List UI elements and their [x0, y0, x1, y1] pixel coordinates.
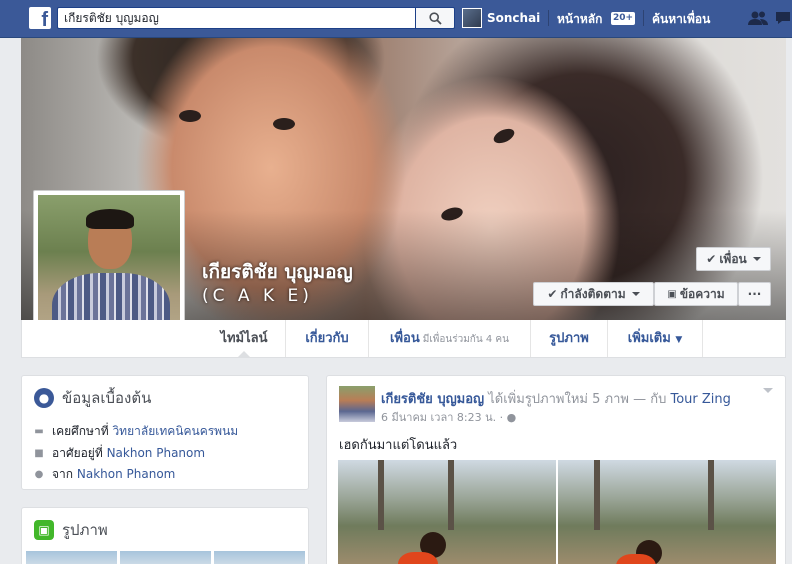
nav-user-name: Sonchai	[487, 11, 541, 25]
photo-thumbnail[interactable]	[26, 551, 117, 564]
privacy-icon[interactable]: ●	[507, 411, 517, 424]
current-city-prefix: อาศัยอยู่ที่	[52, 446, 103, 460]
following-button-label: กำลังติดตาม	[560, 286, 626, 301]
globe-icon: ●	[34, 388, 54, 408]
post-photo[interactable]	[558, 460, 776, 564]
photos-card: ▣ รูปภาพ	[21, 507, 309, 564]
cover-detail	[179, 110, 201, 122]
facebook-logo-icon[interactable]: f	[29, 7, 51, 29]
chevron-down-icon: ▼	[675, 335, 683, 345]
post-photo[interactable]	[338, 460, 556, 564]
hometown-row: ● จาก Nakhon Phanom	[34, 465, 176, 484]
education-row: ▬ เคยศึกษาที่ วิทยาลัยเทคนิคนครพนม	[34, 422, 238, 441]
intro-card: ● ข้อมูลเบื้องต้น ▬ เคยศึกษาที่ วิทยาลัย…	[21, 375, 309, 490]
post-author-link[interactable]: เกียรติชัย บุญมอญ	[381, 392, 484, 407]
avatar[interactable]	[339, 386, 375, 422]
education-icon: ▬	[34, 426, 44, 437]
intro-title: ● ข้อมูลเบื้องต้น	[34, 386, 151, 410]
profile-picture-detail	[86, 209, 134, 229]
check-icon: ✔	[706, 252, 717, 266]
hometown-link[interactable]: Nakhon Phanom	[77, 467, 175, 481]
education-link[interactable]: วิทยาลัยเทคนิคนครพนม	[112, 424, 238, 438]
tab-photos[interactable]: รูปภาพ	[531, 320, 608, 357]
tab-label: เกี่ยวกับ	[305, 331, 349, 346]
check-icon: ✔	[547, 287, 558, 301]
timeline-post: เกียรติชัย บุญมอญ ได้เพิ่มรูปภาพใหม่ 5 ภ…	[326, 375, 786, 564]
tab-more[interactable]: เพิ่มเติม ▼	[608, 320, 703, 357]
message-button[interactable]: ▣ ข้อความ	[654, 282, 738, 306]
post-text: เฮดกันมาแต่โดนแล้ว	[339, 438, 458, 453]
education-prefix: เคยศึกษาที่	[52, 424, 109, 438]
friend-status-button[interactable]: ✔ เพื่อน	[696, 247, 771, 271]
nav-divider	[548, 10, 549, 26]
nav-profile-link[interactable]: Sonchai	[462, 8, 540, 28]
profile-tabs: ไทม์ไลน์ เกี่ยวกับ เพื่อน มีเพื่อนร่วมกัน…	[21, 320, 786, 358]
post-meta: 6 มีนาคม เวลา 8:23 น. · ●	[381, 408, 516, 426]
top-bar: f เกียรติชัย บุญมอญ Sonchai หน้าหลัก 20+…	[0, 0, 792, 38]
chevron-down-icon	[752, 257, 761, 261]
location-pin-icon: ●	[34, 469, 44, 480]
search-button[interactable]	[415, 7, 455, 29]
nav-find-friends-link[interactable]: ค้นหาเพื่อน	[652, 10, 710, 29]
tab-label: เพื่อน	[390, 331, 420, 346]
current-city-row: ■ อาศัยอยู่ที่ Nakhon Phanom	[34, 444, 205, 463]
tab-about[interactable]: เกี่ยวกับ	[286, 320, 369, 357]
intro-title-text: ข้อมูลเบื้องต้น	[62, 389, 152, 407]
nav-divider	[643, 10, 644, 26]
home-count-badge: 20+	[611, 12, 636, 25]
profile-name[interactable]: เกียรติชัย บุญมอญ	[202, 257, 353, 287]
photo-detail	[448, 460, 454, 530]
messages-icon[interactable]	[774, 10, 792, 26]
tagged-friend-link[interactable]: Tour Zing	[670, 392, 730, 407]
photos-title-text: รูปภาพ	[62, 521, 108, 539]
search-icon	[429, 12, 442, 25]
following-button[interactable]: ✔ กำลังติดตาม	[533, 282, 654, 306]
search-input[interactable]: เกียรติชัย บุญมอญ	[57, 7, 415, 29]
photo-thumbnail[interactable]	[120, 551, 211, 564]
photo-icon: ▣	[34, 520, 54, 540]
friend-button-label: เพื่อน	[719, 251, 747, 266]
message-button-label: ข้อความ	[679, 286, 725, 301]
more-options-button[interactable]: ···	[738, 282, 771, 306]
post-header: เกียรติชัย บุญมอญ ได้เพิ่มรูปภาพใหม่ 5 ภ…	[381, 388, 731, 409]
post-action-text: ได้เพิ่มรูปภาพใหม่ 5 ภาพ — กับ	[488, 392, 667, 407]
friend-requests-icon[interactable]	[748, 10, 768, 26]
cover-detail	[273, 118, 295, 130]
tab-label: เพิ่มเติม	[627, 331, 671, 346]
chevron-down-icon	[631, 292, 640, 296]
photos-title: ▣ รูปภาพ	[34, 518, 108, 542]
photo-detail	[398, 552, 438, 564]
tab-label: รูปภาพ	[549, 331, 589, 346]
avatar	[462, 8, 482, 28]
home-icon: ■	[34, 448, 44, 459]
photo-thumbnail[interactable]	[214, 551, 305, 564]
tab-timeline[interactable]: ไทม์ไลน์	[203, 320, 286, 357]
nav-home-link[interactable]: หน้าหลัก	[557, 10, 602, 29]
message-icon: ▣	[667, 288, 677, 300]
photo-detail	[378, 460, 384, 530]
mutual-friends-count: มีเพื่อนร่วมกัน 4 คน	[422, 334, 509, 345]
tab-friends[interactable]: เพื่อน มีเพื่อนร่วมกัน 4 คน	[369, 320, 531, 357]
profile-alternate-name: (C A K E)	[202, 286, 313, 306]
hometown-prefix: จาก	[52, 467, 74, 481]
post-options-chevron-icon[interactable]	[763, 388, 773, 393]
photo-detail	[708, 460, 714, 530]
photo-detail	[594, 460, 600, 530]
post-timestamp[interactable]: 6 มีนาคม เวลา 8:23 น. ·	[381, 411, 503, 424]
more-icon: ···	[747, 287, 762, 301]
tab-label: ไทม์ไลน์	[220, 331, 268, 346]
profile-picture-image	[38, 195, 180, 337]
current-city-link[interactable]: Nakhon Phanom	[107, 446, 205, 460]
